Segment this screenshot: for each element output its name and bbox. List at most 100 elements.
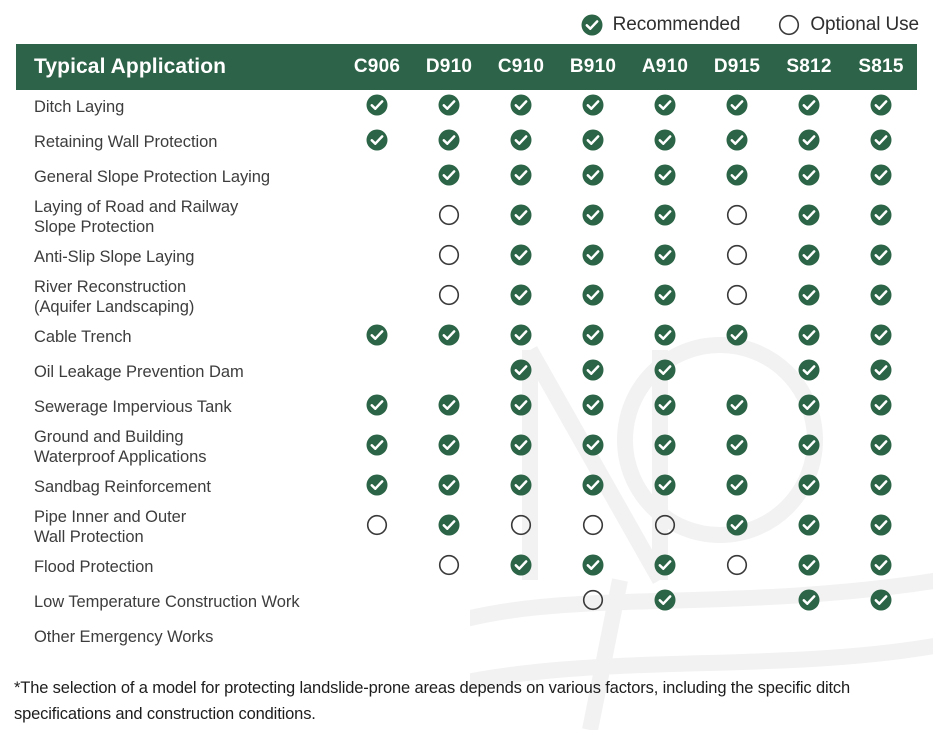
cell-b910-recommended bbox=[557, 355, 629, 390]
check-circle-filled-icon bbox=[438, 324, 460, 346]
row-label-line: Ditch Laying bbox=[34, 97, 125, 116]
check-circle-filled-icon bbox=[870, 244, 892, 266]
cell-a910-recommended bbox=[629, 550, 701, 585]
cell-s812-recommended bbox=[773, 390, 845, 425]
cell-s812-recommended bbox=[773, 320, 845, 355]
cell-b910-recommended bbox=[557, 320, 629, 355]
column-header-c910: C910 bbox=[485, 44, 557, 90]
check-circle-filled-icon bbox=[438, 129, 460, 151]
table-row: Anti-Slip Slope Laying bbox=[16, 240, 917, 275]
cell-d915-optional bbox=[701, 195, 773, 240]
cell-b910-recommended bbox=[557, 195, 629, 240]
row-label-ground-and-building-waterproof-applications: Ground and Building Waterproof Applicatio… bbox=[16, 425, 341, 470]
cell-b910-recommended bbox=[557, 470, 629, 505]
row-label-line: General Slope Protection Laying bbox=[34, 167, 271, 186]
row-label-line: Wall Protection bbox=[34, 527, 144, 546]
row-label-line: Oil Leakage Prevention Dam bbox=[34, 362, 244, 381]
cell-s812-recommended bbox=[773, 505, 845, 550]
table-row: General Slope Protection Laying bbox=[16, 160, 917, 195]
row-label-laying-of-road-and-railway-slope-protection: Laying of Road and Railway Slope Protecti… bbox=[16, 195, 341, 240]
table-row: Retaining Wall Protection bbox=[16, 125, 917, 160]
cell-b910-recommended bbox=[557, 125, 629, 160]
application-matrix-table: Typical Application C906 D910 C910 B910 … bbox=[16, 44, 917, 655]
cell-c910-empty bbox=[485, 585, 557, 620]
check-circle-filled-icon bbox=[654, 394, 676, 416]
check-circle-filled-icon bbox=[438, 514, 460, 536]
check-circle-filled-icon bbox=[870, 324, 892, 346]
column-header-c906: C906 bbox=[341, 44, 413, 90]
check-circle-filled-icon bbox=[510, 434, 532, 456]
cell-d915-optional bbox=[701, 550, 773, 585]
table-row: Low Temperature Construction Work bbox=[16, 585, 917, 620]
check-circle-filled-icon bbox=[582, 554, 604, 576]
cell-d915-empty bbox=[701, 620, 773, 655]
check-circle-filled-icon bbox=[798, 554, 820, 576]
cell-c910-recommended bbox=[485, 550, 557, 585]
check-circle-filled-icon bbox=[654, 474, 676, 496]
column-header-s815: S815 bbox=[845, 44, 917, 90]
cell-d915-recommended bbox=[701, 125, 773, 160]
check-circle-filled-icon bbox=[582, 474, 604, 496]
cell-s815-recommended bbox=[845, 425, 917, 470]
row-label-line: Ground and Building bbox=[34, 428, 184, 447]
table-header-row: Typical Application C906 D910 C910 B910 … bbox=[16, 44, 917, 90]
column-header-a910: A910 bbox=[629, 44, 701, 90]
cell-d910-recommended bbox=[413, 425, 485, 470]
cell-d910-recommended bbox=[413, 160, 485, 195]
row-label-line: Sewerage Impervious Tank bbox=[34, 397, 232, 416]
table-row: Pipe Inner and Outer Wall Protection bbox=[16, 505, 917, 550]
check-circle-filled-icon bbox=[870, 554, 892, 576]
check-circle-filled-icon bbox=[438, 94, 460, 116]
cell-b910-optional bbox=[557, 505, 629, 550]
cell-c910-recommended bbox=[485, 240, 557, 275]
check-circle-filled-icon bbox=[510, 244, 532, 266]
cell-s815-recommended bbox=[845, 160, 917, 195]
legend: Recommended Optional Use bbox=[581, 8, 919, 42]
check-circle-filled-icon bbox=[798, 514, 820, 536]
cell-c910-recommended bbox=[485, 355, 557, 390]
check-circle-filled-icon bbox=[870, 514, 892, 536]
check-circle-filled-icon bbox=[798, 244, 820, 266]
cell-b910-optional bbox=[557, 585, 629, 620]
circle-outline-icon bbox=[726, 284, 748, 306]
cell-c906-empty bbox=[341, 275, 413, 320]
cell-c906-recommended bbox=[341, 470, 413, 505]
check-circle-filled-icon bbox=[438, 434, 460, 456]
row-label-retaining-wall-protection: Retaining Wall Protection bbox=[16, 125, 341, 160]
check-circle-filled-icon bbox=[654, 324, 676, 346]
cell-c906-empty bbox=[341, 550, 413, 585]
cell-d915-recommended bbox=[701, 320, 773, 355]
check-circle-filled-icon bbox=[582, 284, 604, 306]
check-circle-filled-icon bbox=[870, 204, 892, 226]
check-circle-filled-icon bbox=[654, 244, 676, 266]
cell-b910-recommended bbox=[557, 275, 629, 320]
cell-c906-empty bbox=[341, 195, 413, 240]
cell-c910-recommended bbox=[485, 470, 557, 505]
table-row: Oil Leakage Prevention Dam bbox=[16, 355, 917, 390]
cell-d915-recommended bbox=[701, 505, 773, 550]
cell-a910-recommended bbox=[629, 585, 701, 620]
circle-outline-icon bbox=[510, 514, 532, 536]
check-circle-filled-icon bbox=[582, 244, 604, 266]
check-circle-filled-icon bbox=[582, 164, 604, 186]
cell-d910-optional bbox=[413, 275, 485, 320]
check-circle-filled-icon bbox=[582, 324, 604, 346]
cell-s812-recommended bbox=[773, 240, 845, 275]
cell-d915-optional bbox=[701, 275, 773, 320]
check-circle-filled-icon bbox=[654, 359, 676, 381]
cell-a910-recommended bbox=[629, 160, 701, 195]
row-label-line: (Aquifer Landscaping) bbox=[34, 297, 195, 316]
cell-d910-empty bbox=[413, 620, 485, 655]
row-label-line: Anti-Slip Slope Laying bbox=[34, 247, 195, 266]
circle-outline-icon bbox=[438, 204, 460, 226]
cell-d910-recommended bbox=[413, 505, 485, 550]
check-circle-filled-icon bbox=[438, 394, 460, 416]
check-circle-filled-icon bbox=[870, 359, 892, 381]
check-circle-filled-icon bbox=[438, 474, 460, 496]
cell-c906-recommended bbox=[341, 125, 413, 160]
check-circle-filled-icon bbox=[582, 94, 604, 116]
check-circle-filled-icon bbox=[582, 204, 604, 226]
check-circle-filled-icon bbox=[582, 434, 604, 456]
cell-b910-recommended bbox=[557, 160, 629, 195]
check-circle-filled-icon bbox=[510, 129, 532, 151]
